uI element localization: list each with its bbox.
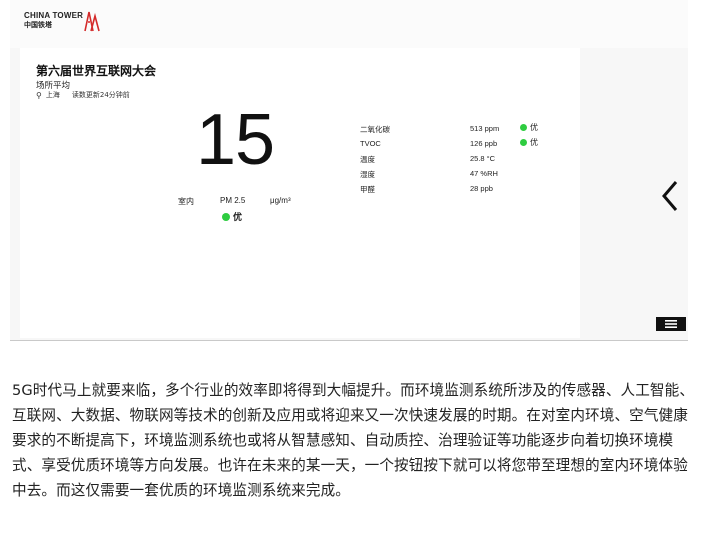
pm25-unit: μg/m³	[270, 196, 291, 205]
pm25-location: 室内	[178, 197, 194, 206]
metric-name: 湿度	[360, 170, 375, 179]
chevron-left-icon[interactable]	[658, 178, 682, 214]
logo-bar: CHINA TOWER 中国铁塔	[10, 0, 688, 48]
metric-status-label: 优	[530, 138, 538, 147]
metric-name: TVOC	[360, 139, 381, 148]
update-time: 读数更新24分钟前	[71, 91, 130, 99]
pm25-value: 15	[196, 100, 275, 180]
metric-name: 二氧化碳	[360, 125, 390, 134]
location-pin-icon: ⚲	[36, 90, 42, 100]
metric-value: 47 %RH	[470, 169, 498, 178]
menu-button[interactable]	[656, 317, 686, 331]
venue-meta: ⚲ 上海 读数更新24分钟前	[36, 90, 130, 100]
pm25-status-label: 优	[233, 213, 243, 223]
pm25-name: PM 2.5	[220, 196, 246, 205]
logo-text-en: CHINA TOWER	[24, 11, 84, 20]
metric-status: 优	[520, 122, 538, 133]
air-quality-panel: CHINA TOWER 中国铁塔 第六届世界互联网大会 场所平均 ⚲ 上海 读数…	[10, 0, 688, 341]
metric-name: 甲醛	[360, 185, 375, 194]
metric-status: 优	[520, 137, 538, 148]
city-label: 上海	[45, 91, 60, 99]
logo-text-cn: 中国铁塔	[24, 22, 52, 29]
metric-name: 温度	[360, 155, 375, 164]
menu-icon	[665, 320, 677, 328]
status-dot	[222, 212, 230, 221]
china-tower-logo: CHINA TOWER 中国铁塔	[24, 10, 100, 32]
tower-logo-icon	[84, 11, 100, 32]
dashboard-main: 第六届世界互联网大会 场所平均 ⚲ 上海 读数更新24分钟前 15 室内 PM …	[20, 48, 580, 338]
venue-title: 第六届世界互联网大会	[36, 64, 157, 78]
status-dot	[520, 124, 527, 131]
article-paragraph: 5G时代马上就要来临，多个行业的效率即将得到大幅提升。而环境监测系统所涉及的传感…	[12, 382, 695, 499]
pm25-status: 优	[222, 210, 242, 223]
metric-value: 28 ppb	[470, 184, 493, 193]
metric-status-label: 优	[530, 123, 538, 132]
status-dot	[520, 139, 527, 146]
metric-value: 25.8 °C	[470, 154, 496, 163]
